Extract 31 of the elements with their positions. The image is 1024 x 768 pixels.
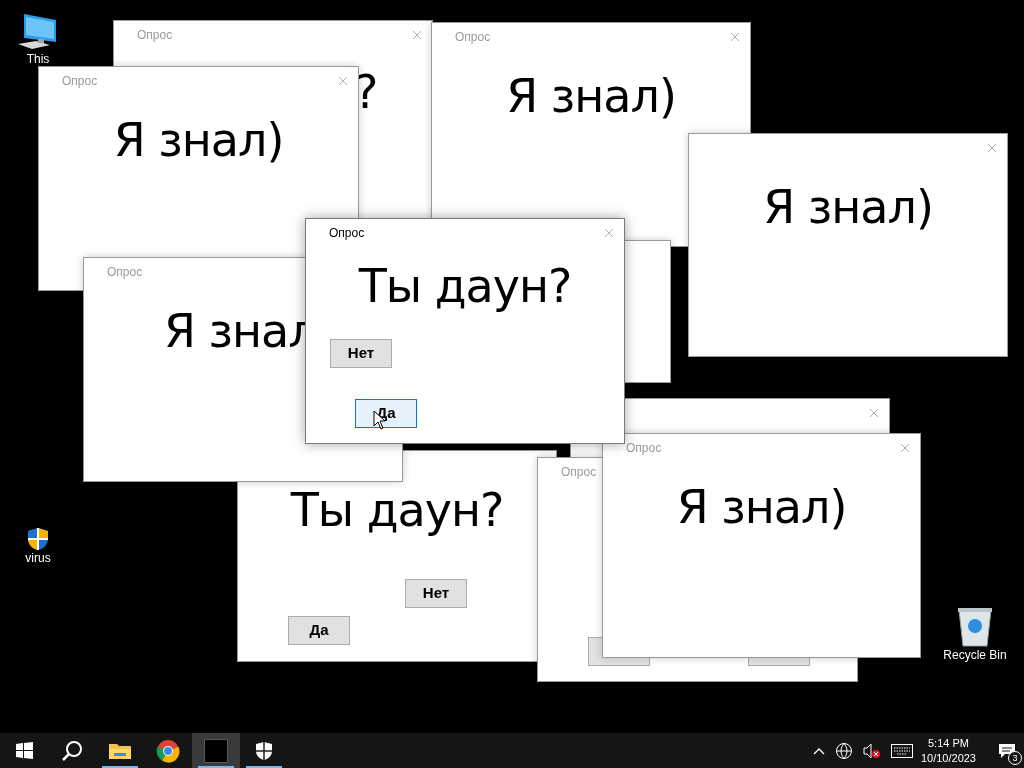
dialog-button[interactable]: Нет	[330, 339, 392, 368]
dialog-button[interactable]: Нет	[405, 579, 467, 608]
globe-icon[interactable]	[834, 741, 853, 760]
keyboard-icon[interactable]	[890, 743, 913, 758]
message-text: Я знал)	[762, 184, 934, 230]
shield-icon[interactable]	[255, 740, 273, 761]
app-window-icon[interactable]	[204, 738, 228, 763]
window-title: Опрос	[107, 264, 143, 281]
notification-count: 3	[1008, 751, 1022, 765]
window-title: Опрос	[137, 27, 173, 44]
notification-icon[interactable]	[998, 742, 1016, 759]
browser-icon[interactable]	[156, 738, 180, 763]
desktop-icon-label[interactable]: This	[26, 52, 50, 67]
windows-logo-icon[interactable]	[15, 742, 33, 759]
chevron-up-icon[interactable]	[812, 746, 825, 755]
message-text: Я знал)	[675, 484, 848, 530]
window-title: Опрос	[62, 73, 98, 90]
window-title: Опрос	[626, 440, 662, 457]
message-text: Я знал)	[112, 117, 285, 163]
dialog-button[interactable]: Да	[288, 616, 350, 645]
window-title: Опрос	[455, 29, 491, 46]
search-icon[interactable]	[61, 739, 83, 762]
desktop-icon-label[interactable]: Recycle Bin	[943, 648, 1007, 663]
clock-date[interactable]: 10/10/2023	[920, 750, 976, 766]
window-title: Опрос	[561, 464, 597, 481]
window-title: Опрос	[329, 225, 365, 242]
clock-time[interactable]: 5:14 PM	[928, 735, 969, 751]
desktop-icon-label[interactable]: virus	[25, 551, 51, 566]
shield-icon	[26, 527, 50, 551]
message-text: Я знал)	[505, 73, 677, 119]
speaker-muted-icon[interactable]	[862, 742, 881, 759]
